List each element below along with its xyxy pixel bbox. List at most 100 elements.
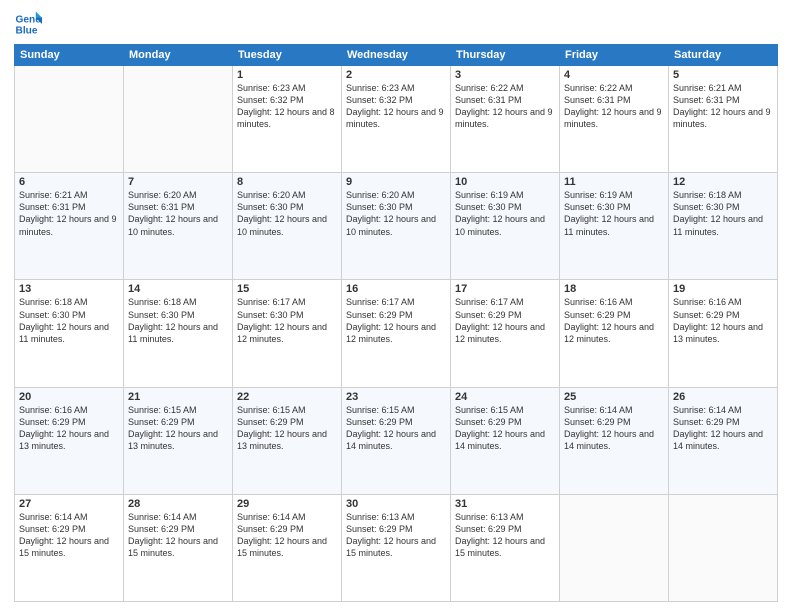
week-row-1: 6Sunrise: 6:21 AM Sunset: 6:31 PM Daylig… xyxy=(15,173,778,280)
day-number: 29 xyxy=(237,498,337,510)
day-info: Sunrise: 6:21 AM Sunset: 6:31 PM Dayligh… xyxy=(673,82,773,131)
calendar-cell: 10Sunrise: 6:19 AM Sunset: 6:30 PM Dayli… xyxy=(451,173,560,280)
page: General Blue SundayMondayTuesdayWednesda… xyxy=(0,0,792,612)
day-number: 25 xyxy=(564,391,664,403)
calendar-cell: 15Sunrise: 6:17 AM Sunset: 6:30 PM Dayli… xyxy=(233,280,342,387)
day-number: 22 xyxy=(237,391,337,403)
day-info: Sunrise: 6:22 AM Sunset: 6:31 PM Dayligh… xyxy=(564,82,664,131)
day-number: 10 xyxy=(455,176,555,188)
logo-icon: General Blue xyxy=(14,10,42,38)
day-number: 17 xyxy=(455,283,555,295)
day-number: 14 xyxy=(128,283,228,295)
calendar-cell: 11Sunrise: 6:19 AM Sunset: 6:30 PM Dayli… xyxy=(560,173,669,280)
day-info: Sunrise: 6:19 AM Sunset: 6:30 PM Dayligh… xyxy=(455,189,555,238)
calendar-cell: 7Sunrise: 6:20 AM Sunset: 6:31 PM Daylig… xyxy=(124,173,233,280)
day-info: Sunrise: 6:14 AM Sunset: 6:29 PM Dayligh… xyxy=(673,404,773,453)
day-info: Sunrise: 6:18 AM Sunset: 6:30 PM Dayligh… xyxy=(128,296,228,345)
day-info: Sunrise: 6:15 AM Sunset: 6:29 PM Dayligh… xyxy=(237,404,337,453)
day-info: Sunrise: 6:13 AM Sunset: 6:29 PM Dayligh… xyxy=(346,511,446,560)
day-info: Sunrise: 6:19 AM Sunset: 6:30 PM Dayligh… xyxy=(564,189,664,238)
day-info: Sunrise: 6:14 AM Sunset: 6:29 PM Dayligh… xyxy=(237,511,337,560)
day-number: 27 xyxy=(19,498,119,510)
calendar-cell: 24Sunrise: 6:15 AM Sunset: 6:29 PM Dayli… xyxy=(451,387,560,494)
calendar-cell: 27Sunrise: 6:14 AM Sunset: 6:29 PM Dayli… xyxy=(15,494,124,601)
calendar-cell: 8Sunrise: 6:20 AM Sunset: 6:30 PM Daylig… xyxy=(233,173,342,280)
day-info: Sunrise: 6:17 AM Sunset: 6:29 PM Dayligh… xyxy=(346,296,446,345)
weekday-header-saturday: Saturday xyxy=(669,45,778,66)
calendar-cell: 19Sunrise: 6:16 AM Sunset: 6:29 PM Dayli… xyxy=(669,280,778,387)
calendar-cell: 31Sunrise: 6:13 AM Sunset: 6:29 PM Dayli… xyxy=(451,494,560,601)
calendar-cell xyxy=(124,66,233,173)
calendar-cell: 2Sunrise: 6:23 AM Sunset: 6:32 PM Daylig… xyxy=(342,66,451,173)
calendar-cell: 29Sunrise: 6:14 AM Sunset: 6:29 PM Dayli… xyxy=(233,494,342,601)
day-info: Sunrise: 6:16 AM Sunset: 6:29 PM Dayligh… xyxy=(564,296,664,345)
calendar-cell xyxy=(669,494,778,601)
calendar-cell: 20Sunrise: 6:16 AM Sunset: 6:29 PM Dayli… xyxy=(15,387,124,494)
day-info: Sunrise: 6:14 AM Sunset: 6:29 PM Dayligh… xyxy=(19,511,119,560)
calendar-cell: 14Sunrise: 6:18 AM Sunset: 6:30 PM Dayli… xyxy=(124,280,233,387)
day-number: 16 xyxy=(346,283,446,295)
day-number: 4 xyxy=(564,69,664,81)
calendar-cell: 28Sunrise: 6:14 AM Sunset: 6:29 PM Dayli… xyxy=(124,494,233,601)
day-info: Sunrise: 6:18 AM Sunset: 6:30 PM Dayligh… xyxy=(19,296,119,345)
day-info: Sunrise: 6:15 AM Sunset: 6:29 PM Dayligh… xyxy=(346,404,446,453)
day-number: 23 xyxy=(346,391,446,403)
day-info: Sunrise: 6:16 AM Sunset: 6:29 PM Dayligh… xyxy=(673,296,773,345)
calendar-cell xyxy=(15,66,124,173)
week-row-0: 1Sunrise: 6:23 AM Sunset: 6:32 PM Daylig… xyxy=(15,66,778,173)
day-number: 9 xyxy=(346,176,446,188)
day-info: Sunrise: 6:23 AM Sunset: 6:32 PM Dayligh… xyxy=(346,82,446,131)
calendar-cell: 16Sunrise: 6:17 AM Sunset: 6:29 PM Dayli… xyxy=(342,280,451,387)
weekday-header-friday: Friday xyxy=(560,45,669,66)
day-info: Sunrise: 6:18 AM Sunset: 6:30 PM Dayligh… xyxy=(673,189,773,238)
day-number: 15 xyxy=(237,283,337,295)
weekday-header-row: SundayMondayTuesdayWednesdayThursdayFrid… xyxy=(15,45,778,66)
day-number: 28 xyxy=(128,498,228,510)
day-number: 24 xyxy=(455,391,555,403)
day-number: 30 xyxy=(346,498,446,510)
calendar-cell: 1Sunrise: 6:23 AM Sunset: 6:32 PM Daylig… xyxy=(233,66,342,173)
calendar-cell: 21Sunrise: 6:15 AM Sunset: 6:29 PM Dayli… xyxy=(124,387,233,494)
svg-text:Blue: Blue xyxy=(16,25,38,36)
calendar-cell: 26Sunrise: 6:14 AM Sunset: 6:29 PM Dayli… xyxy=(669,387,778,494)
day-info: Sunrise: 6:20 AM Sunset: 6:31 PM Dayligh… xyxy=(128,189,228,238)
week-row-3: 20Sunrise: 6:16 AM Sunset: 6:29 PM Dayli… xyxy=(15,387,778,494)
calendar-cell: 9Sunrise: 6:20 AM Sunset: 6:30 PM Daylig… xyxy=(342,173,451,280)
calendar-cell: 25Sunrise: 6:14 AM Sunset: 6:29 PM Dayli… xyxy=(560,387,669,494)
day-info: Sunrise: 6:15 AM Sunset: 6:29 PM Dayligh… xyxy=(455,404,555,453)
day-number: 20 xyxy=(19,391,119,403)
day-number: 8 xyxy=(237,176,337,188)
day-number: 31 xyxy=(455,498,555,510)
day-info: Sunrise: 6:16 AM Sunset: 6:29 PM Dayligh… xyxy=(19,404,119,453)
calendar-cell: 3Sunrise: 6:22 AM Sunset: 6:31 PM Daylig… xyxy=(451,66,560,173)
weekday-header-sunday: Sunday xyxy=(15,45,124,66)
calendar-cell: 5Sunrise: 6:21 AM Sunset: 6:31 PM Daylig… xyxy=(669,66,778,173)
calendar: SundayMondayTuesdayWednesdayThursdayFrid… xyxy=(14,44,778,602)
calendar-cell: 17Sunrise: 6:17 AM Sunset: 6:29 PM Dayli… xyxy=(451,280,560,387)
day-info: Sunrise: 6:20 AM Sunset: 6:30 PM Dayligh… xyxy=(346,189,446,238)
day-number: 6 xyxy=(19,176,119,188)
day-info: Sunrise: 6:21 AM Sunset: 6:31 PM Dayligh… xyxy=(19,189,119,238)
day-info: Sunrise: 6:22 AM Sunset: 6:31 PM Dayligh… xyxy=(455,82,555,131)
day-info: Sunrise: 6:17 AM Sunset: 6:30 PM Dayligh… xyxy=(237,296,337,345)
day-info: Sunrise: 6:23 AM Sunset: 6:32 PM Dayligh… xyxy=(237,82,337,131)
calendar-cell: 13Sunrise: 6:18 AM Sunset: 6:30 PM Dayli… xyxy=(15,280,124,387)
day-number: 11 xyxy=(564,176,664,188)
day-number: 7 xyxy=(128,176,228,188)
calendar-cell: 12Sunrise: 6:18 AM Sunset: 6:30 PM Dayli… xyxy=(669,173,778,280)
week-row-2: 13Sunrise: 6:18 AM Sunset: 6:30 PM Dayli… xyxy=(15,280,778,387)
calendar-cell: 23Sunrise: 6:15 AM Sunset: 6:29 PM Dayli… xyxy=(342,387,451,494)
day-number: 3 xyxy=(455,69,555,81)
calendar-cell: 30Sunrise: 6:13 AM Sunset: 6:29 PM Dayli… xyxy=(342,494,451,601)
calendar-cell: 6Sunrise: 6:21 AM Sunset: 6:31 PM Daylig… xyxy=(15,173,124,280)
calendar-cell: 4Sunrise: 6:22 AM Sunset: 6:31 PM Daylig… xyxy=(560,66,669,173)
header: General Blue xyxy=(14,10,778,38)
day-info: Sunrise: 6:15 AM Sunset: 6:29 PM Dayligh… xyxy=(128,404,228,453)
day-number: 18 xyxy=(564,283,664,295)
calendar-cell: 18Sunrise: 6:16 AM Sunset: 6:29 PM Dayli… xyxy=(560,280,669,387)
day-number: 2 xyxy=(346,69,446,81)
day-info: Sunrise: 6:20 AM Sunset: 6:30 PM Dayligh… xyxy=(237,189,337,238)
day-number: 5 xyxy=(673,69,773,81)
weekday-header-monday: Monday xyxy=(124,45,233,66)
week-row-4: 27Sunrise: 6:14 AM Sunset: 6:29 PM Dayli… xyxy=(15,494,778,601)
